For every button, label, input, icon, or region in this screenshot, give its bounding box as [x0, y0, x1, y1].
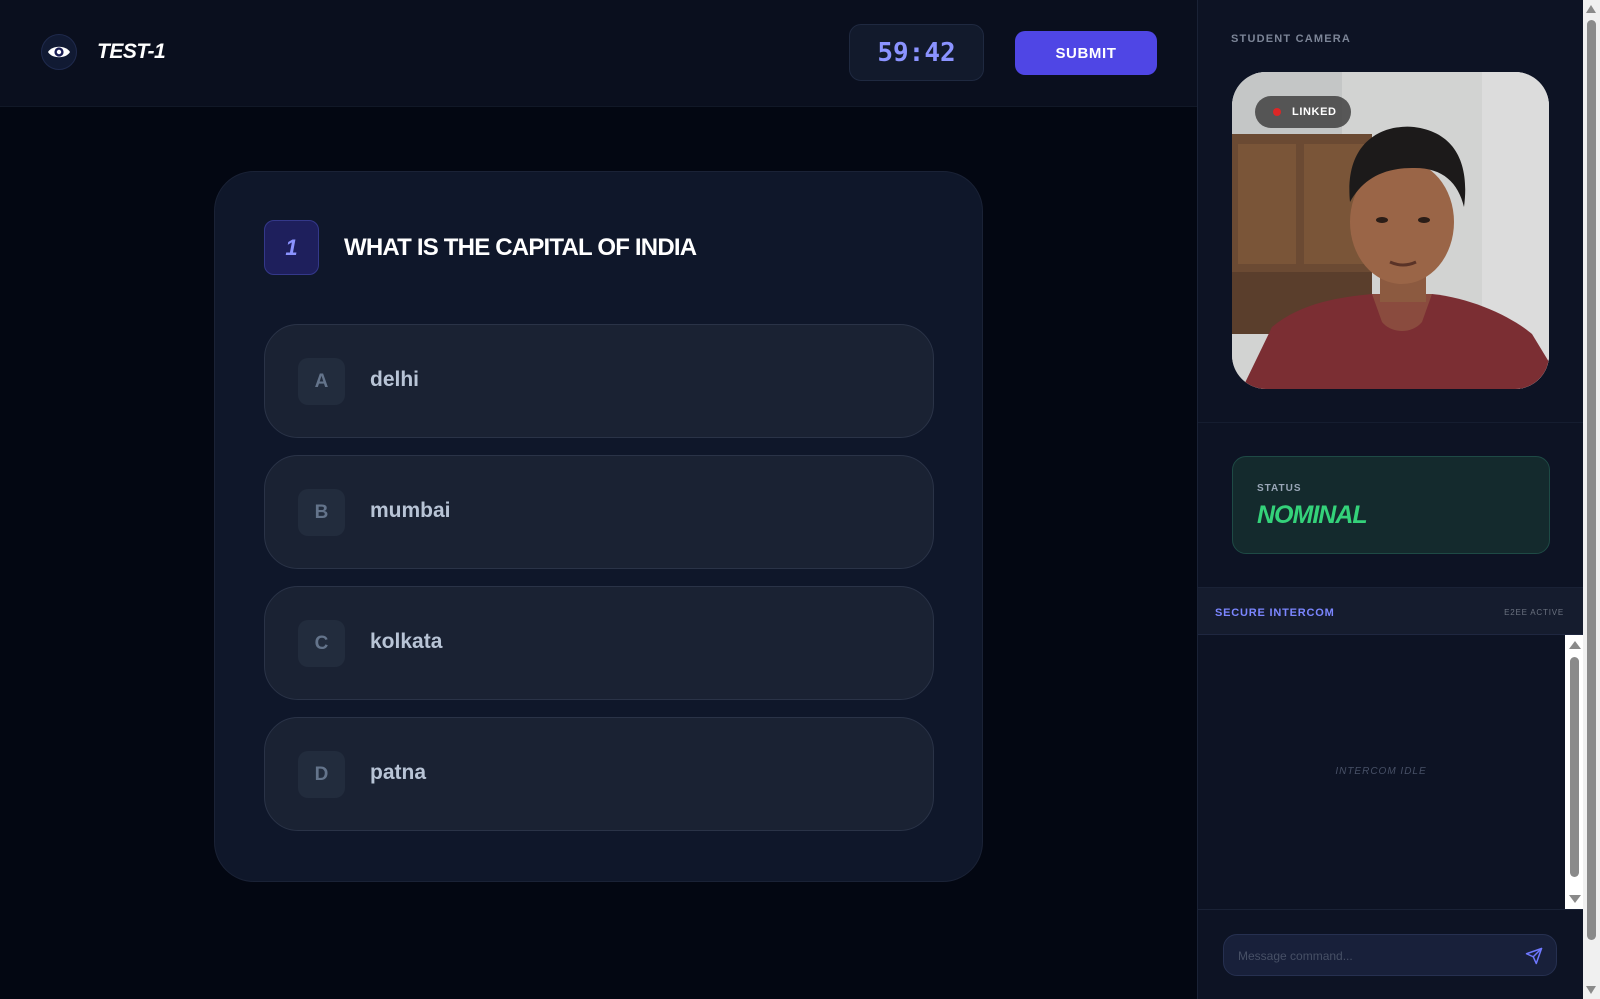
option-letter: C	[298, 620, 345, 667]
option-letter: D	[298, 751, 345, 798]
scroll-down-arrow-icon[interactable]	[1569, 895, 1581, 903]
option-letter: B	[298, 489, 345, 536]
message-composer	[1223, 934, 1557, 976]
send-icon[interactable]	[1524, 946, 1544, 966]
scroll-down-arrow-icon[interactable]	[1586, 986, 1596, 994]
linked-badge: LINKED	[1255, 96, 1351, 128]
status-card: STATUS NOMINAL	[1232, 456, 1550, 554]
question-card: 1 WHAT IS THE CAPITAL OF INDIA A delhi B…	[214, 171, 983, 882]
intercom-idle-text: INTERCOM IDLE	[1335, 766, 1427, 777]
message-input[interactable]	[1238, 945, 1508, 967]
encryption-badge: E2EE ACTIVE	[1504, 608, 1564, 617]
intercom-header: SECURE INTERCOM E2EE ACTIVE	[1198, 587, 1584, 635]
option-text: kolkata	[370, 630, 443, 653]
option-b[interactable]: B mumbai	[264, 455, 934, 569]
camera-label: STUDENT CAMERA	[1231, 33, 1352, 45]
option-text: patna	[370, 761, 427, 784]
scroll-up-arrow-icon[interactable]	[1586, 5, 1596, 13]
app-title: TEST-1	[97, 40, 166, 63]
intercom-scrollbar[interactable]	[1565, 635, 1584, 909]
option-text: delhi	[370, 368, 420, 391]
window-scrollbar[interactable]	[1583, 0, 1600, 999]
divider	[1198, 422, 1584, 423]
scroll-up-arrow-icon[interactable]	[1569, 641, 1581, 649]
option-c[interactable]: C kolkata	[264, 586, 934, 700]
student-camera-feed: LINKED	[1232, 72, 1549, 389]
question-number: 1	[264, 220, 319, 275]
status-value: NOMINAL	[1257, 501, 1368, 529]
divider	[1198, 909, 1584, 910]
countdown-timer: 59:42	[849, 24, 984, 81]
top-bar: TEST-1 59:42 SUBMIT	[0, 0, 1197, 107]
linked-badge-label: LINKED	[1292, 106, 1337, 118]
option-d[interactable]: D patna	[264, 717, 934, 831]
status-label: STATUS	[1257, 483, 1302, 494]
option-text: mumbai	[370, 499, 451, 522]
question-text: WHAT IS THE CAPITAL OF INDIA	[344, 234, 697, 261]
eye-icon	[41, 34, 77, 70]
intercom-messages: INTERCOM IDLE	[1198, 635, 1584, 909]
recording-dot-icon	[1273, 108, 1281, 116]
scrollbar-thumb[interactable]	[1587, 20, 1596, 940]
submit-button[interactable]: SUBMIT	[1015, 31, 1157, 75]
option-letter: A	[298, 358, 345, 405]
proctor-panel: STUDENT CAMERA LINKED STATUS NOMINAL SEC…	[1197, 0, 1584, 999]
scrollbar-thumb[interactable]	[1570, 657, 1579, 877]
intercom-title: SECURE INTERCOM	[1215, 607, 1335, 619]
option-a[interactable]: A delhi	[264, 324, 934, 438]
